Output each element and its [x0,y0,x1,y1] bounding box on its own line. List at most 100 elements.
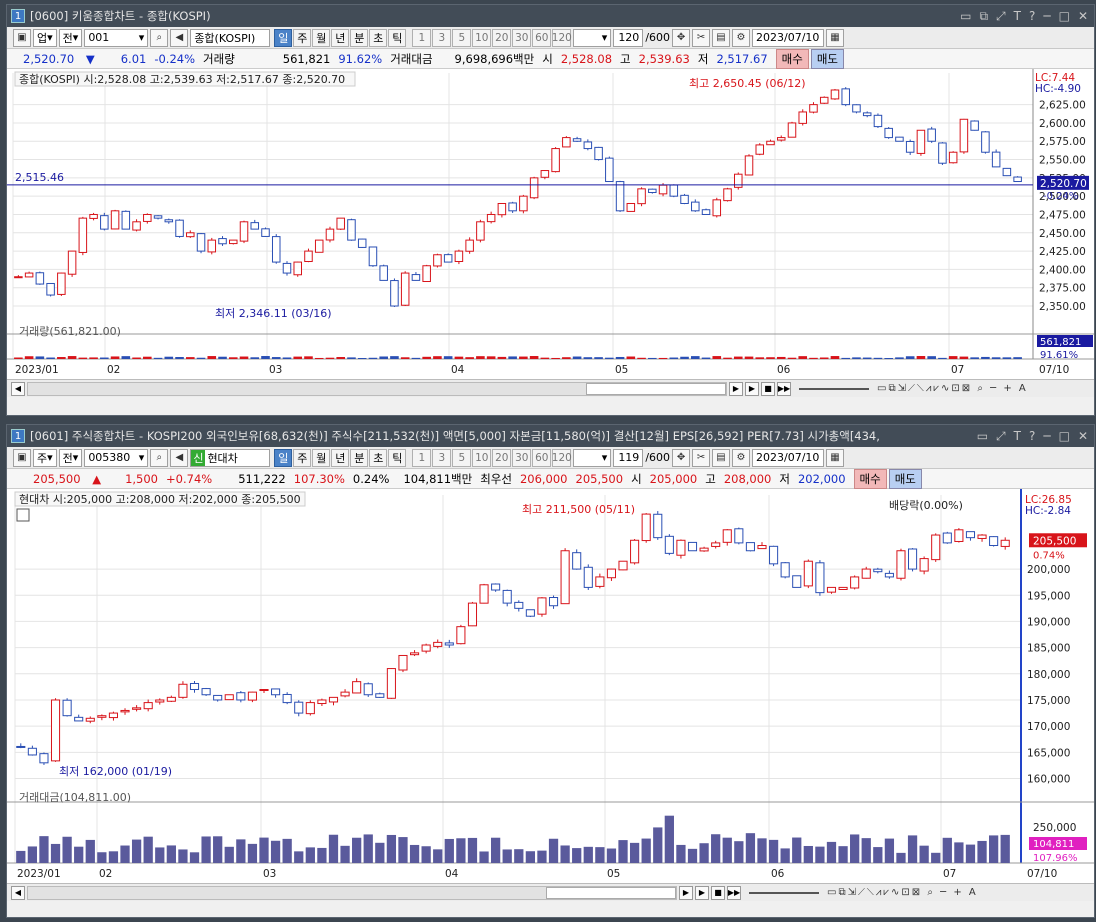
minute-interval-button[interactable]: 120 [552,448,572,467]
period-tab[interactable]: 분 [350,28,369,47]
draw-tools-strip[interactable]: ▭⧉⇲⟋⟍⩘⩗∿⊡⊠ ⌕ ─ + A [877,383,1028,394]
zoom-slider[interactable] [799,387,869,390]
close-icon[interactable]: ✕ [1078,429,1088,444]
period-tab[interactable]: 분 [350,448,369,467]
minute-interval-button[interactable]: 20 [492,448,512,467]
date-input[interactable]: 2023/07/10 [752,448,825,467]
period-tab[interactable]: 월 [312,448,331,467]
tile-icon[interactable]: ▭ [977,429,988,444]
kospi-chart-area[interactable]: 2,625.002,600.002,575.002,550.002,525.00… [7,69,1094,379]
stock-chart-area[interactable]: 200,000 195,000 190,000 185,000 180,000 175,0… [7,489,1094,883]
stock-name-field[interactable]: 종합(KOSPI) [190,28,271,47]
period-tab[interactable]: 주 [293,448,312,467]
fast-forward-icon[interactable]: ▶▶ [727,885,741,900]
copy-icon[interactable]: ⧉ [979,9,988,24]
stock-candle-chart[interactable]: 200,000 195,000 190,000 185,000 180,000 175,0… [7,489,1094,883]
search-icon[interactable]: ⌕ [150,28,169,47]
close-icon[interactable]: ✕ [1078,9,1088,24]
minute-interval-button[interactable]: 5 [452,28,472,47]
minute-interval-button[interactable]: 30 [512,448,532,467]
layout-icon[interactable]: ▣ [13,448,31,467]
calendar-icon[interactable]: ▦ [826,448,845,467]
calendar-icon[interactable]: ▦ [826,28,845,47]
blank-select[interactable]: ▾ [573,448,612,467]
chart-scrollbar[interactable]: ◀ ▶ ▶ ■ ▶▶ ▭⧉⇲⟋⟍⩘⩗∿⊡⊠ ⌕ ─ + A [7,379,1094,397]
save-icon[interactable]: ▤ [712,28,731,47]
period-tab[interactable]: 틱 [388,448,407,467]
fast-forward-icon[interactable]: ▶▶ [777,381,791,396]
minimize-icon[interactable]: ─ [1043,9,1050,24]
scroll-track[interactable] [27,885,677,900]
scroll-left-icon[interactable]: ◀ [11,381,25,396]
minute-interval-button[interactable]: 30 [512,28,532,47]
tools-icon[interactable]: ✂ [692,28,711,47]
buy-button[interactable]: 매수 [853,468,887,489]
count-input[interactable]: 119 [613,448,644,467]
period-tab[interactable]: 년 [331,448,350,467]
period-tab[interactable]: 년 [331,28,350,47]
text-icon[interactable]: T [1014,429,1021,444]
stock-name-field[interactable]: 신 현대차 [190,448,271,467]
period-tab[interactable]: 초 [369,448,388,467]
minute-interval-button[interactable]: 60 [532,28,552,47]
crosshair-icon[interactable]: ✥ [672,28,691,47]
code-input[interactable]: 001 ▾ [84,28,149,47]
tile-icon[interactable]: ▭ [960,9,971,24]
minute-interval-button[interactable]: 10 [472,28,492,47]
minute-interval-button[interactable]: 1 [412,448,432,467]
scroll-right-icon[interactable]: ▶ [729,381,743,396]
text-icon[interactable]: T [1014,9,1021,24]
save-icon[interactable]: ▤ [712,448,731,467]
sell-button[interactable]: 매도 [810,48,844,69]
market-filter-select[interactable]: 전 ▾ [58,448,83,467]
sell-button[interactable]: 매도 [888,468,922,489]
scroll-thumb[interactable] [546,886,676,899]
layout-icon[interactable]: ▣ [13,28,31,47]
settings-icon[interactable]: ⚙ [732,28,751,47]
speaker-icon[interactable]: ◀ [170,28,189,47]
settings-icon[interactable]: ⚙ [732,448,751,467]
maximize-icon[interactable]: □ [1059,9,1070,24]
scroll-right-icon[interactable]: ▶ [679,885,693,900]
speaker-icon[interactable]: ◀ [170,448,189,467]
buy-button[interactable]: 매수 [775,48,809,69]
tools-icon[interactable]: ✂ [692,448,711,467]
market-filter-select[interactable]: 전 ▾ [58,28,83,47]
period-tab[interactable]: 일 [274,448,293,467]
draw-tools-strip[interactable]: ▭⧉⇲⟋⟍⩘⩗∿⊡⊠ ⌕ ─ + A [827,887,978,898]
minute-interval-button[interactable]: 20 [492,28,512,47]
stop-icon[interactable]: ■ [761,381,775,396]
link-icon[interactable]: ⤢ [996,9,1006,24]
minimize-icon[interactable]: ─ [1043,429,1050,444]
blank-select[interactable]: ▾ [573,28,612,47]
period-tab[interactable]: 틱 [388,28,407,47]
market-type-select[interactable]: 주 ▾ [33,448,57,467]
minute-interval-button[interactable]: 10 [472,448,492,467]
help-icon[interactable]: ? [1029,429,1035,444]
kospi-candle-chart[interactable]: 2,625.002,600.002,575.002,550.002,525.00… [7,69,1094,379]
play-icon[interactable]: ▶ [745,381,759,396]
date-input[interactable]: 2023/07/10 [752,28,825,47]
crosshair-icon[interactable]: ✥ [672,448,691,467]
period-tab[interactable]: 월 [312,28,331,47]
link-icon[interactable]: ⤢ [996,429,1006,444]
period-tab[interactable]: 초 [369,28,388,47]
scroll-track[interactable] [27,381,727,396]
period-tab[interactable]: 일 [274,28,293,47]
minute-interval-button[interactable]: 1 [412,28,432,47]
minute-interval-button[interactable]: 60 [532,448,552,467]
search-icon[interactable]: ⌕ [150,448,169,467]
stop-icon[interactable]: ■ [711,885,725,900]
minute-interval-button[interactable]: 3 [432,28,452,47]
scroll-thumb[interactable] [586,382,726,395]
help-icon[interactable]: ? [1029,9,1035,24]
minute-interval-button[interactable]: 120 [552,28,572,47]
code-input[interactable]: 005380 ▾ [84,448,149,467]
count-input[interactable]: 120 [613,28,644,47]
market-type-select[interactable]: 업 ▾ [33,28,57,47]
minute-interval-button[interactable]: 5 [452,448,472,467]
play-icon[interactable]: ▶ [695,885,709,900]
maximize-icon[interactable]: □ [1059,429,1070,444]
chart-scrollbar[interactable]: ◀ ▶ ▶ ■ ▶▶ ▭⧉⇲⟋⟍⩘⩗∿⊡⊠ ⌕ ─ + A [7,883,1094,901]
minute-interval-button[interactable]: 3 [432,448,452,467]
